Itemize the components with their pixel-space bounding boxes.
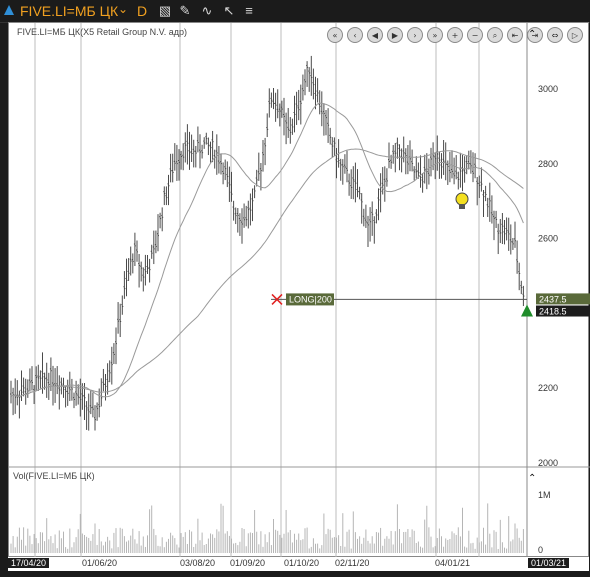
nav-prev-page-icon: ‹ bbox=[353, 31, 356, 40]
date-label: 01/03/21 bbox=[528, 558, 570, 568]
candlestick-chart-icon[interactable]: ▧ bbox=[156, 3, 174, 19]
price-chart-svg[interactable]: 3000280026002400220020001M0LONG|2002437.… bbox=[9, 23, 590, 558]
indicator-icon[interactable]: ∿ bbox=[198, 3, 216, 19]
symbol-selector[interactable]: FIVE.LI=МБ ЦК bbox=[20, 3, 118, 19]
nav-next-icon: ▶ bbox=[392, 31, 399, 40]
volume-collapse-chevron-icon[interactable]: ⌃ bbox=[528, 473, 536, 484]
nav-zoom-fit-icon: ⌕ bbox=[493, 31, 497, 40]
collapse-chevron-icon[interactable]: ⌃ bbox=[528, 29, 536, 40]
date-label: 01/09/20 bbox=[230, 558, 266, 568]
price-flag-upper: 2437.5 bbox=[539, 294, 567, 304]
toolbar: FIVE.LI=МБ ЦК ⌄ D ▧ ✎ ∿ ↖ ≡ bbox=[0, 0, 590, 23]
chart-panel[interactable]: 3000280026002400220020001M0LONG|2002437.… bbox=[8, 22, 590, 558]
date-axis: 17/04/20 01/06/20 03/08/20 01/09/20 01/10/20… bbox=[8, 557, 589, 571]
date-label: 02/11/20 bbox=[335, 558, 370, 568]
chart-settings-icon[interactable]: ≡ bbox=[240, 3, 258, 19]
buy-signal-triangle-icon bbox=[521, 304, 533, 317]
lightbulb-base bbox=[459, 204, 465, 209]
date-label: 01/06/20 bbox=[82, 558, 118, 568]
chevron-down-icon[interactable]: ⌄ bbox=[118, 2, 128, 18]
date-label: 01/10/20 bbox=[284, 558, 320, 568]
nav-play-icon: ▷ bbox=[572, 31, 579, 40]
nav-first-icon: « bbox=[333, 31, 338, 40]
price-tick-label: 2800 bbox=[538, 159, 558, 169]
nav-pan-left-icon: ⇤ bbox=[512, 31, 519, 40]
nav-prev-icon: ◀ bbox=[372, 31, 379, 40]
price-flag-lower: 2418.5 bbox=[539, 307, 567, 317]
period-selector[interactable]: D bbox=[137, 3, 147, 19]
volume-title: Vol(FIVE.LI=МБ ЦК) bbox=[13, 471, 95, 481]
nav-zoom-out-icon: − bbox=[472, 31, 479, 40]
date-label: 03/08/20 bbox=[180, 558, 216, 568]
pencil-icon[interactable]: ✎ bbox=[176, 3, 194, 19]
price-tick-label: 3000 bbox=[538, 84, 558, 94]
date-label: 17/04/20 bbox=[8, 558, 50, 568]
price-tick-label: 2000 bbox=[538, 458, 558, 468]
price-tick-label: 2600 bbox=[538, 234, 558, 244]
nav-next-page-icon: › bbox=[413, 31, 416, 40]
nav-last-icon: » bbox=[433, 31, 438, 40]
moving-average-short bbox=[10, 102, 524, 398]
symbol-menu-triangle-icon[interactable] bbox=[4, 5, 14, 15]
volume-tick-label: 1M bbox=[538, 490, 551, 500]
chart-title: FIVE.LI=МБ ЦК(X5 Retail Group N.V. адр) bbox=[17, 27, 188, 37]
trading-app: FIVE.LI=МБ ЦК ⌄ D ▧ ✎ ∿ ↖ ≡ 3000 2800 2600… bbox=[0, 0, 590, 577]
price-tick-label: 2200 bbox=[538, 383, 558, 393]
nav-pan-both-icon: ⇔ bbox=[552, 31, 559, 40]
nav-zoom-in-icon: + bbox=[452, 31, 459, 40]
date-label: 04/01/21 bbox=[435, 558, 471, 568]
lightbulb-icon bbox=[455, 192, 469, 206]
position-label: LONG|200 bbox=[289, 294, 332, 304]
volume-tick-label: 0 bbox=[538, 545, 543, 555]
cursor-icon[interactable]: ↖ bbox=[220, 3, 238, 19]
